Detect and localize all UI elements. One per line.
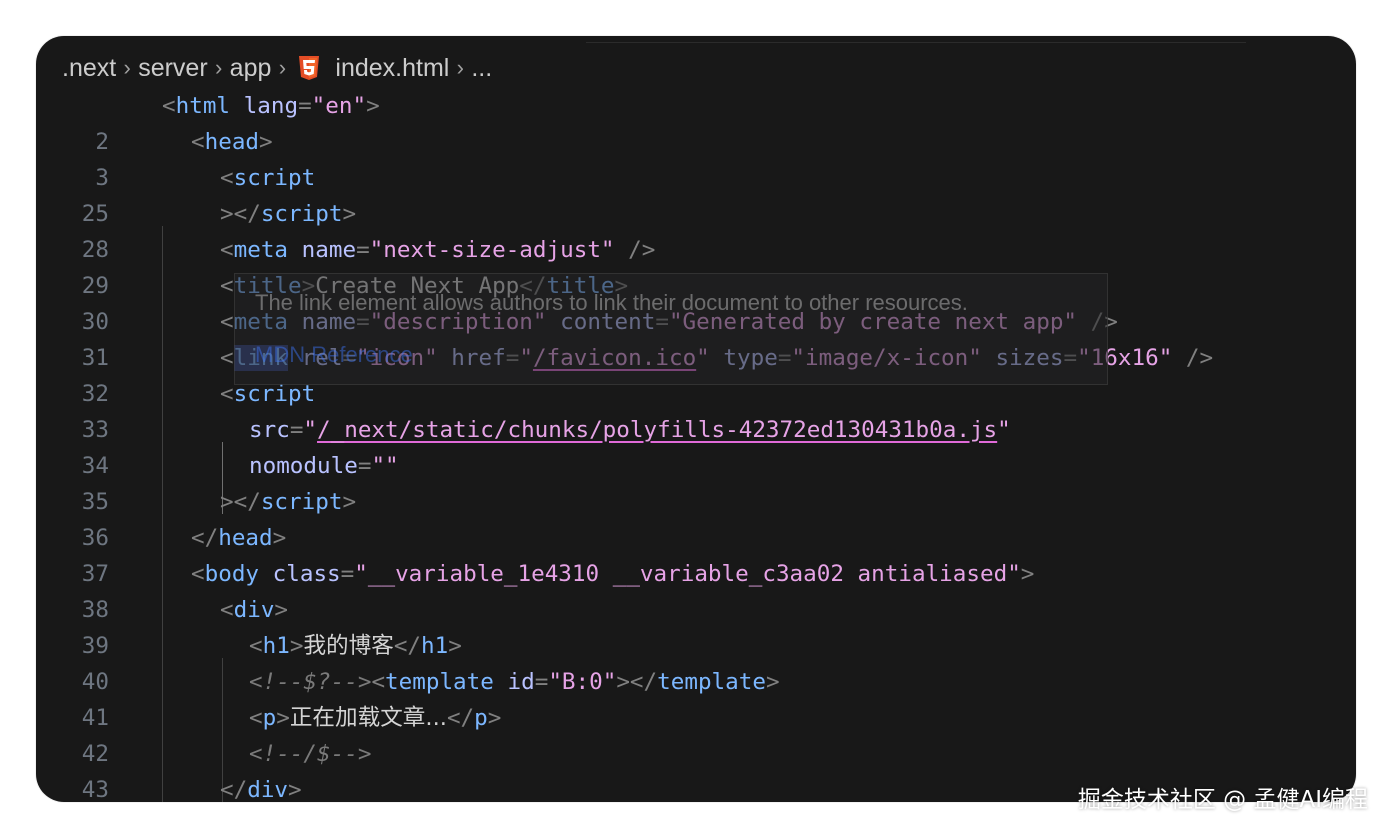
favicon-link: /favicon.ico <box>532 345 697 371</box>
code-text: </div> <box>220 777 302 802</box>
breadcrumb-item-app[interactable]: app <box>230 54 272 83</box>
hovered-link-tag: link <box>233 345 289 371</box>
breadcrumb-item-file[interactable]: index.html <box>335 54 449 83</box>
code-line[interactable]: 38 <body class="__variable_1e4310 __vari… <box>36 556 1356 623</box>
code-line[interactable]: 36 ></script> <box>36 484 1356 551</box>
code-text: <!--$?--><template id="B:0"></template> <box>249 669 780 695</box>
code-text: <h1>我的博客</h1> <box>249 633 462 659</box>
code-line[interactable]: 31 <meta name="description" content="Gen… <box>36 304 1356 371</box>
chevron-right-icon: › <box>215 55 223 80</box>
chevron-right-icon: › <box>278 55 287 80</box>
code-editor[interactable]: 2 <html lang="en"> 3 <head> 25 <script 2… <box>36 88 1356 802</box>
code-text: <html lang="en"> <box>162 93 380 119</box>
code-text: <link rel="icon" href="/favicon.ico" typ… <box>220 345 1214 371</box>
breadcrumb-more[interactable]: ... <box>471 54 492 83</box>
code-line[interactable]: 41 <!--$?--><template id="B:0"></templat… <box>36 664 1356 731</box>
breadcrumb-item-next[interactable]: .next <box>62 54 116 83</box>
breadcrumb: .next › server › app › index.html › ... <box>62 50 492 86</box>
code-line[interactable]: 3 <head> <box>36 124 1356 191</box>
code-text: <body class="__variable_1e4310 __variabl… <box>191 561 1035 587</box>
code-text: nomodule="" <box>249 453 399 479</box>
code-line[interactable]: 2 <html lang="en"> <box>36 88 1356 155</box>
code-line[interactable]: 28 ></script> <box>36 196 1356 263</box>
editor-window: .next › server › app › index.html › ... … <box>36 36 1356 802</box>
code-line[interactable]: 33 <script <box>36 376 1356 443</box>
chevron-right-icon: › <box>456 55 464 80</box>
code-line[interactable]: 39 <div> <box>36 592 1356 659</box>
code-text: <!--/$--> <box>249 741 372 767</box>
code-text: <script <box>220 381 316 407</box>
code-line[interactable]: 25 <script <box>36 160 1356 227</box>
code-line[interactable]: 32 <link rel="icon" href="/favicon.ico" … <box>36 340 1356 407</box>
code-text: ></script> <box>220 201 357 227</box>
polyfills-link: /_next/static/chunks/polyfills-42372ed13… <box>317 417 998 443</box>
code-text: <title>Create Next App</title> <box>220 273 629 299</box>
code-line[interactable]: 30 <title>Create Next App</title> <box>36 268 1356 335</box>
code-text: <head> <box>191 129 273 155</box>
code-line[interactable]: 37 </head> <box>36 520 1356 587</box>
code-line[interactable]: 42 <p>正在加载文章...</p> <box>36 700 1356 767</box>
code-text: src="/_next/static/chunks/polyfills-4237… <box>249 417 1011 443</box>
tab-bar-divider <box>36 42 1356 43</box>
code-line[interactable]: 40 <h1>我的博客</h1> <box>36 628 1356 695</box>
code-text: <meta name="description" content="Genera… <box>220 309 1118 335</box>
code-text: <meta name="next-size-adjust" /> <box>220 237 656 263</box>
breadcrumb-item-server[interactable]: server <box>138 54 207 83</box>
code-text: <p>正在加载文章...</p> <box>249 705 502 731</box>
html5-icon <box>297 55 321 81</box>
code-line[interactable]: 43 <!--/$--> <box>36 736 1356 802</box>
code-line[interactable]: 29 <meta name="next-size-adjust" /> <box>36 232 1356 299</box>
code-text: <div> <box>220 597 289 623</box>
watermark: 掘金技术社区 @ 孟健AI编程 <box>1077 787 1368 813</box>
code-text: </head> <box>191 525 287 551</box>
code-text: <script <box>220 165 316 191</box>
code-line[interactable]: 34 src="/_next/static/chunks/polyfills-4… <box>36 412 1356 479</box>
code-line[interactable]: 35 nomodule="" <box>36 448 1356 515</box>
code-text: ></script> <box>220 489 357 515</box>
chevron-right-icon: › <box>123 55 131 80</box>
